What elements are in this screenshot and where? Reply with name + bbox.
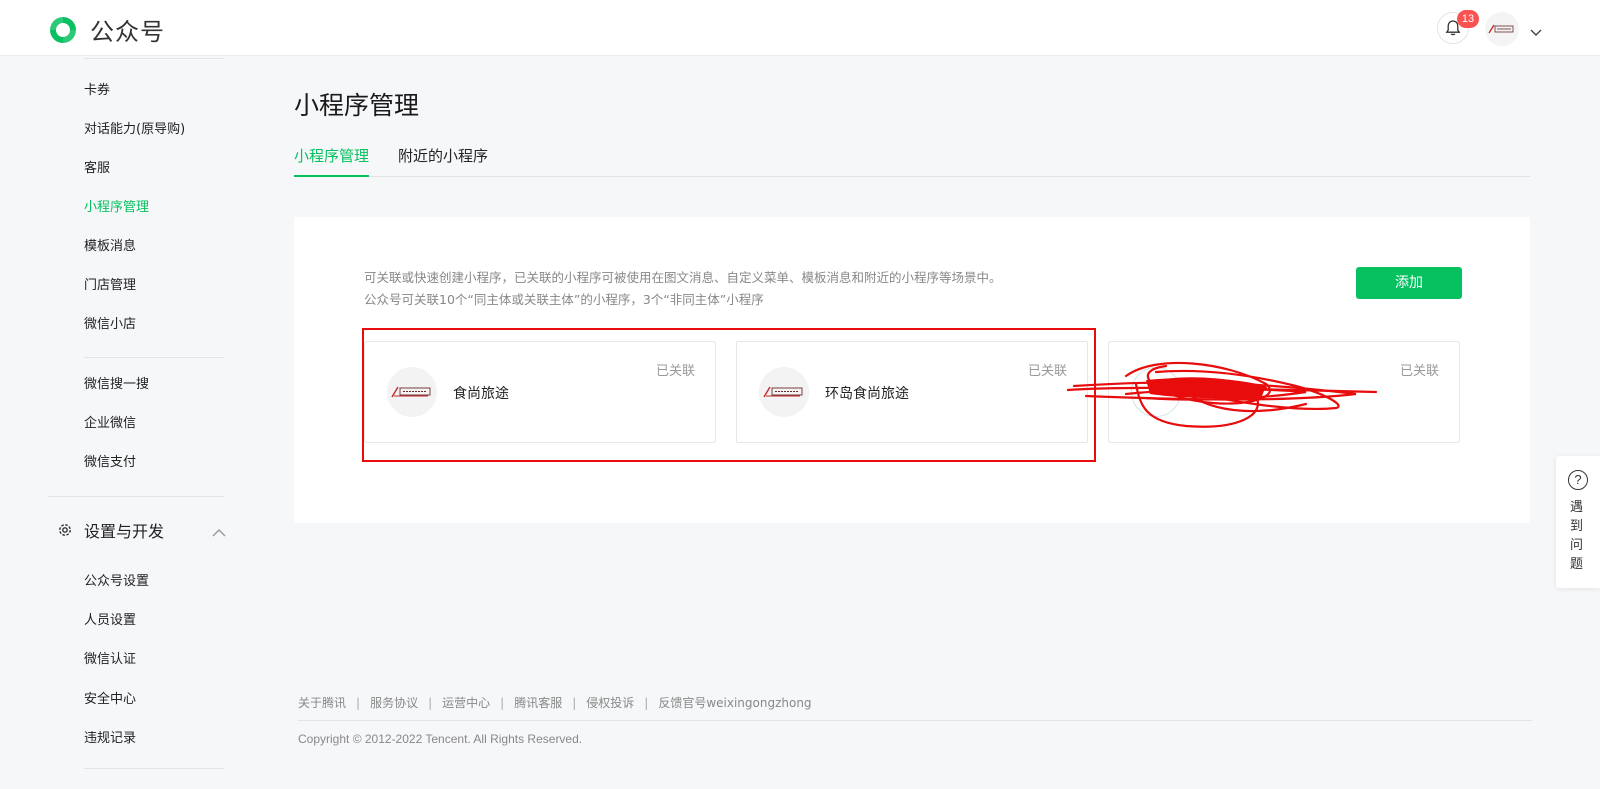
footer-link-infringement[interactable]: 侵权投诉 — [586, 694, 634, 711]
sidebar-item-customer-service[interactable]: 客服 — [84, 157, 110, 176]
sidebar-item-conversation[interactable]: 对话能力(原导购) — [84, 118, 185, 137]
footer-separator: | — [356, 695, 361, 710]
footer-separator: | — [644, 695, 649, 710]
footer-link-about[interactable]: 关于腾讯 — [298, 694, 346, 711]
sidebar-item-verification[interactable]: 微信认证 — [84, 648, 136, 667]
description-line: 公众号可关联10个“同主体或关联主体”的小程序，3个“非同主体”小程序 — [364, 292, 764, 307]
gear-icon — [59, 524, 71, 536]
footer-link-operations[interactable]: 运营中心 — [442, 694, 490, 711]
divider — [84, 357, 224, 358]
footer-separator: | — [572, 695, 577, 710]
logo[interactable]: 公众号 — [46, 12, 165, 47]
tab-bar: 小程序管理 附近的小程序 — [294, 142, 1530, 177]
sidebar-item-wecom[interactable]: 企业微信 — [84, 412, 136, 431]
sidebar-item-coupons[interactable]: 卡券 — [84, 79, 110, 98]
brand-logo-icon — [1488, 24, 1514, 34]
description-line: 可关联或快速创建小程序，已关联的小程序可被使用在图文消息、自定义菜单、模板消息和… — [364, 270, 1002, 285]
sidebar-item-security[interactable]: 安全中心 — [84, 688, 136, 707]
section-title: 设置与开发 — [84, 522, 165, 541]
footer-divider — [298, 720, 1532, 721]
sidebar: 卡券 对话能力(原导购) 客服 小程序管理 模板消息 门店管理 微信小店 微信搜… — [0, 56, 250, 789]
divider — [48, 496, 224, 497]
help-float-button[interactable]: ? 遇到问题 — [1556, 456, 1600, 588]
tab-miniprogram-management[interactable]: 小程序管理 — [294, 145, 370, 177]
footer-separator: | — [428, 695, 433, 710]
sidebar-item-template-message[interactable]: 模板消息 — [84, 235, 136, 254]
app-name: 公众号 — [90, 18, 165, 46]
sidebar-item-wechat-shop[interactable]: 微信小店 — [84, 313, 136, 332]
sidebar-item-stores[interactable]: 门店管理 — [84, 274, 136, 293]
top-bar: 公众号 13 — [0, 0, 1600, 56]
sidebar-item-account-settings[interactable]: 公众号设置 — [84, 570, 149, 589]
sidebar-item-wechat-search[interactable]: 微信搜一搜 — [84, 373, 149, 392]
footer-link-support[interactable]: 腾讯客服 — [514, 694, 562, 711]
account-avatar[interactable] — [1485, 12, 1519, 46]
annotation-highlight-box — [362, 328, 1096, 462]
footer-link-feedback[interactable]: 反馈官号weixingongzhong — [658, 694, 811, 711]
help-label: 遇到问题 — [1570, 500, 1584, 572]
sidebar-item-wechat-pay[interactable]: 微信支付 — [84, 451, 136, 470]
page-title: 小程序管理 — [294, 91, 420, 120]
sidebar-item-violations[interactable]: 违规记录 — [84, 727, 136, 746]
divider — [84, 58, 224, 59]
wechat-oa-logo-icon — [46, 13, 80, 47]
divider — [84, 768, 224, 769]
sidebar-item-staff-settings[interactable]: 人员设置 — [84, 609, 136, 628]
sidebar-item-miniprogram[interactable]: 小程序管理 — [84, 196, 149, 215]
description: 可关联或快速创建小程序，已关联的小程序可被使用在图文消息、自定义菜单、模板消息和… — [364, 267, 1002, 311]
status-badge: 已关联 — [1399, 364, 1439, 379]
tab-nearby-miniprogram[interactable]: 附近的小程序 — [398, 145, 488, 177]
add-button[interactable]: 添加 — [1356, 267, 1462, 299]
footer-links: 关于腾讯 | 服务协议 | 运营中心 | 腾讯客服 | 侵权投诉 | 反馈官号w… — [298, 694, 812, 711]
notification-badge: 13 — [1457, 10, 1479, 28]
footer-link-terms[interactable]: 服务协议 — [370, 694, 418, 711]
chevron-down-icon[interactable] — [1530, 22, 1542, 41]
footer-separator: | — [500, 695, 505, 710]
question-circle-icon: ? — [1568, 470, 1588, 490]
copyright: Copyright © 2012-2022 Tencent. All Right… — [298, 732, 583, 746]
chevron-up-icon[interactable] — [212, 522, 226, 541]
redaction-scribble — [1066, 361, 1378, 428]
section-settings-dev[interactable]: 设置与开发 — [56, 518, 226, 542]
